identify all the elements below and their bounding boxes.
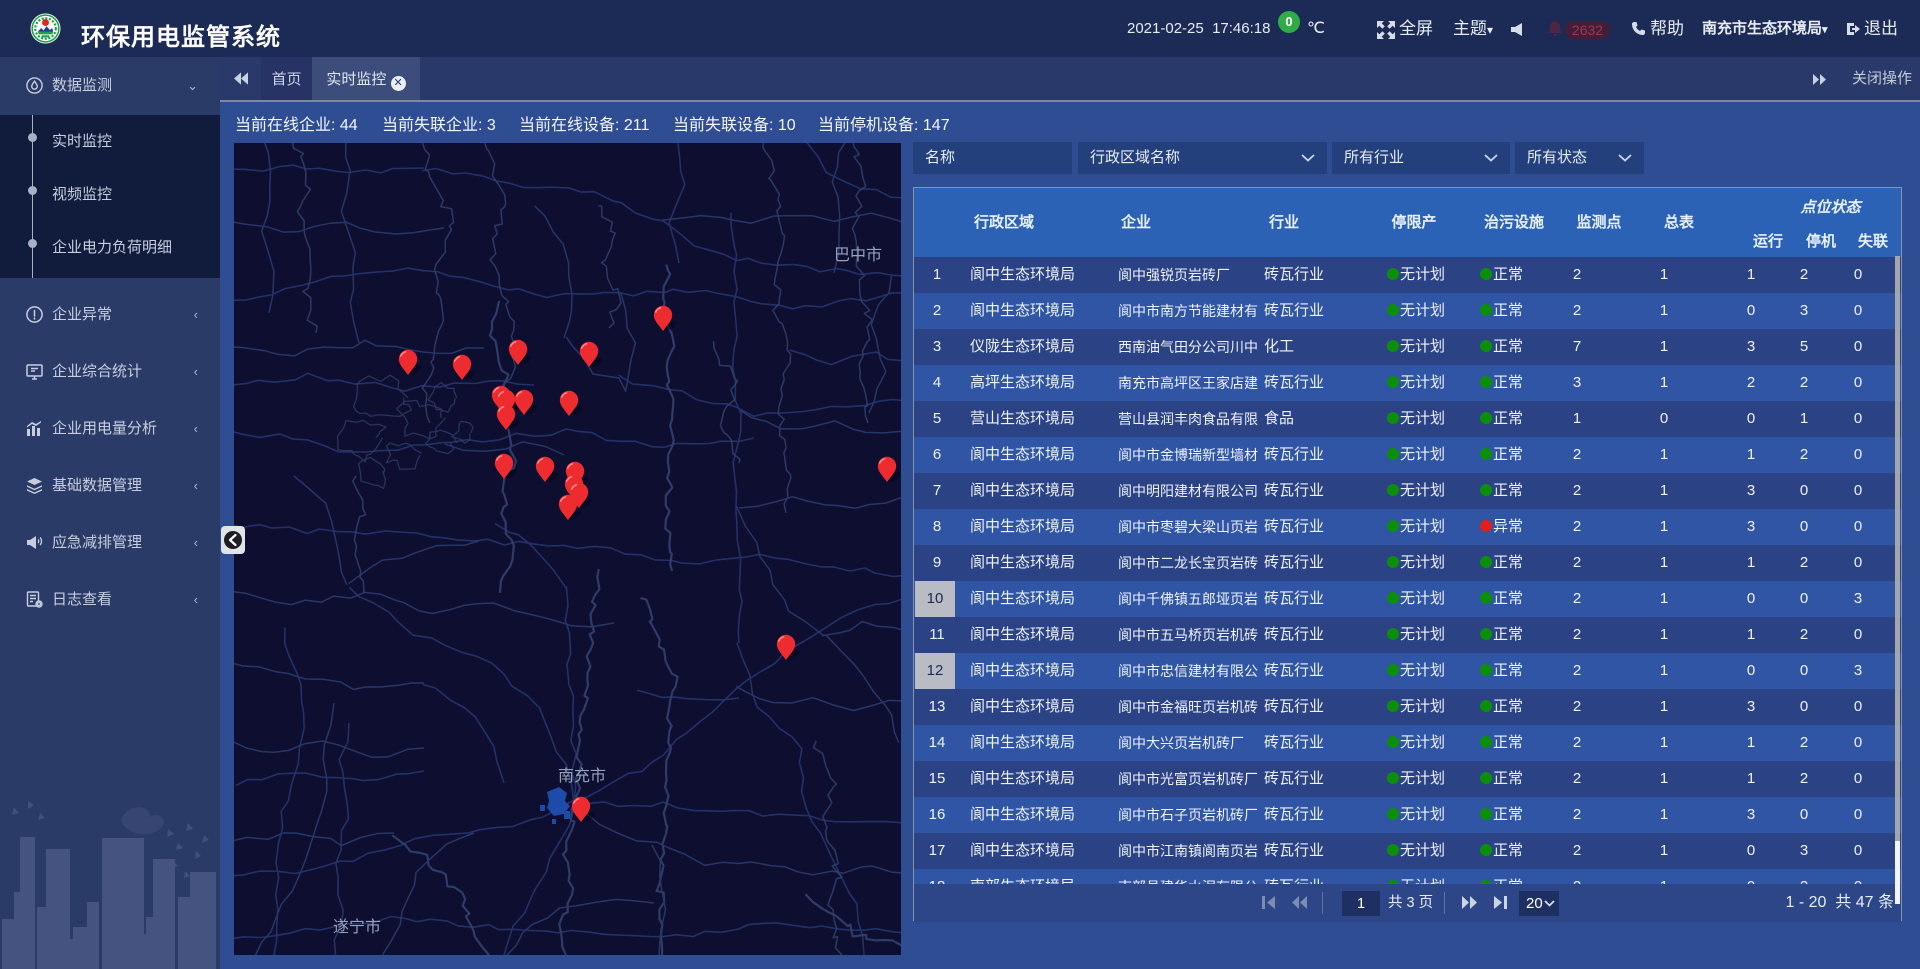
- svg-text:巴中市: 巴中市: [834, 246, 882, 264]
- svg-text:南充市: 南充市: [558, 767, 606, 785]
- svg-text:遂宁市: 遂宁市: [333, 918, 381, 936]
